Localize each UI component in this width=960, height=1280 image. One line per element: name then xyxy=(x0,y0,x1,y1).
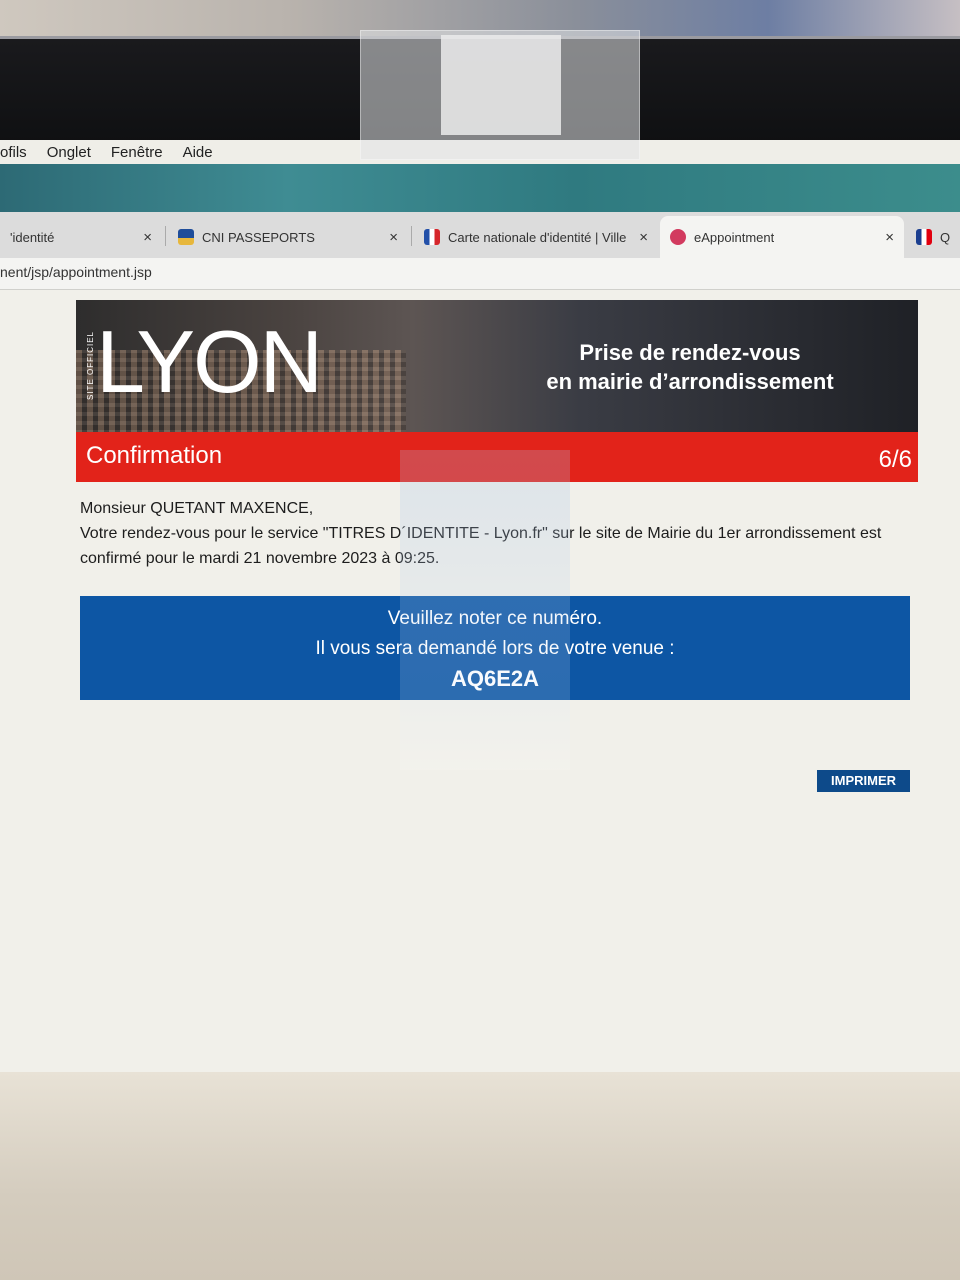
tab-gouv[interactable]: Qu xyxy=(906,216,960,258)
greeting: Monsieur QUETANT MAXENCE, xyxy=(80,500,314,517)
desktop-wallpaper-strip xyxy=(0,164,960,212)
browser-tabbar: 'identité × CNI PASSEPORTS × Carte natio… xyxy=(0,212,960,258)
menu-item-fenetre[interactable]: Fenêtre xyxy=(111,144,163,161)
menu-item-onglet[interactable]: Onglet xyxy=(47,144,91,161)
tab-label: CNI PASSEPORTS xyxy=(202,229,315,245)
reference-notice: Veuillez noter ce numéro. Il vous sera d… xyxy=(80,596,910,700)
tab-separator xyxy=(411,226,412,246)
eappointment-favicon-icon xyxy=(670,229,686,245)
tab-identite[interactable]: 'identité × xyxy=(0,216,162,258)
tab-eappointment[interactable]: eAppointment × xyxy=(660,216,904,258)
tab-cni-passeports[interactable]: CNI PASSEPORTS × xyxy=(168,216,408,258)
notice-line1: Veuillez noter ce numéro. xyxy=(387,608,603,629)
address-bar[interactable]: nent/jsp/appointment.jsp xyxy=(0,258,960,290)
banner-title: Prise de rendez-vous en mairie d’arrondi… xyxy=(510,338,870,396)
tab-separator xyxy=(165,226,166,246)
tape-on-bezel xyxy=(360,30,640,160)
screen: ofils Onglet Fenêtre Aide 'identité × CN… xyxy=(0,140,960,1074)
page-title: Confirmation xyxy=(86,442,223,469)
confirmation-message: Monsieur QUETANT MAXENCE, Votre rendez-v… xyxy=(80,496,920,571)
lyon-logo[interactable]: LYON xyxy=(96,318,323,406)
tab-label: eAppointment xyxy=(694,229,775,245)
banner-title-line1: Prise de rendez-vous xyxy=(579,340,801,365)
shield-favicon-icon xyxy=(178,229,194,245)
menu-item-profils[interactable]: ofils xyxy=(0,144,27,161)
marianne-favicon-icon xyxy=(916,229,932,245)
page-content: SITE OFFICIEL LYON Prise de rendez-vous … xyxy=(0,290,960,1074)
close-icon[interactable]: × xyxy=(143,229,152,246)
menu-item-aide[interactable]: Aide xyxy=(183,144,213,161)
banner-title-line2: en mairie d’arrondissement xyxy=(546,369,834,394)
notice-line2: Il vous sera demandé lors de votre venue… xyxy=(315,638,675,659)
tab-label: Qu xyxy=(940,229,950,245)
close-icon[interactable]: × xyxy=(639,229,648,246)
print-button[interactable]: IMPRIMER xyxy=(817,770,910,792)
tab-label: Carte nationale d'identité | Ville xyxy=(448,229,627,245)
close-icon[interactable]: × xyxy=(885,229,894,246)
desk-surface xyxy=(0,1072,960,1280)
reference-code: AQ6E2A xyxy=(450,666,540,691)
step-indicator: 6/6 xyxy=(878,446,912,473)
close-icon[interactable]: × xyxy=(389,229,398,246)
url-text: nent/jsp/appointment.jsp xyxy=(0,264,152,280)
message-body: Votre rendez-vous pour le service "TITRE… xyxy=(80,525,882,567)
header-banner: SITE OFFICIEL LYON Prise de rendez-vous … xyxy=(76,300,918,434)
tab-label: 'identité xyxy=(10,229,55,245)
tab-carte-nationale[interactable]: Carte nationale d'identité | Ville × xyxy=(414,216,658,258)
tape-inner xyxy=(441,35,561,135)
lyon-favicon-icon xyxy=(424,229,440,245)
confirmation-bar: Confirmation 6/6 xyxy=(76,432,918,482)
